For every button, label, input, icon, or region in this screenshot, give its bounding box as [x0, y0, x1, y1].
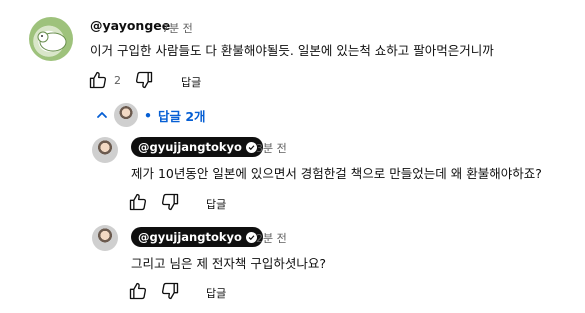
thumbs-down-icon: [135, 71, 153, 89]
avatar-illustration: [37, 31, 67, 52]
thumbs-up-icon: [129, 282, 147, 300]
commenter-avatar[interactable]: [29, 17, 73, 61]
dislike-button[interactable]: [134, 70, 154, 90]
comment-author[interactable]: @yayongee: [90, 18, 170, 33]
chevron-up-icon: [97, 112, 107, 118]
dislike-button[interactable]: [160, 281, 180, 301]
channel-owner-badge[interactable]: @gyujjangtokyo: [131, 227, 263, 247]
thumbs-down-icon: [161, 282, 179, 300]
thumbs-down-icon: [161, 193, 179, 211]
comment-timestamp[interactable]: 7분 전: [162, 20, 193, 36]
dot-separator: •: [144, 107, 152, 123]
comment-text: 이거 구입한 사람들도 다 환불해야될듯. 일본에 있는척 쇼하고 팔아먹은거니…: [90, 43, 494, 58]
replies-toggle-label: 답글 2개: [158, 108, 206, 124]
reply-timestamp[interactable]: 2분 전: [256, 230, 287, 246]
reply-button[interactable]: 답글: [206, 196, 226, 212]
reply-button[interactable]: 답글: [206, 285, 226, 301]
channel-owner-badge[interactable]: @gyujjangtokyo: [131, 137, 263, 157]
reply-timestamp[interactable]: 3분 전: [256, 140, 287, 156]
thumbs-up-icon: [89, 71, 107, 89]
dislike-button[interactable]: [160, 192, 180, 212]
reply-author: @gyujjangtokyo: [138, 140, 242, 154]
like-button[interactable]: [128, 281, 148, 301]
reply-button[interactable]: 답글: [181, 74, 201, 90]
replies-toggle[interactable]: • 답글 2개: [96, 103, 206, 127]
like-button[interactable]: [128, 192, 148, 212]
reply-author: @gyujjangtokyo: [138, 230, 242, 244]
reply-text: 그리고 님은 제 전자책 구입하셧나요?: [131, 256, 327, 271]
reply-author-avatar[interactable]: [92, 225, 118, 251]
like-button[interactable]: [88, 70, 108, 90]
like-count: 2: [114, 74, 121, 87]
reply-author-avatar[interactable]: [92, 137, 118, 163]
reply-text: 제가 10년동안 일본에 있으면서 경험한걸 책으로 만들었는데 왜 환불해야하…: [131, 166, 542, 181]
thumbs-up-icon: [129, 193, 147, 211]
reply-author-avatar-small: [114, 103, 138, 127]
